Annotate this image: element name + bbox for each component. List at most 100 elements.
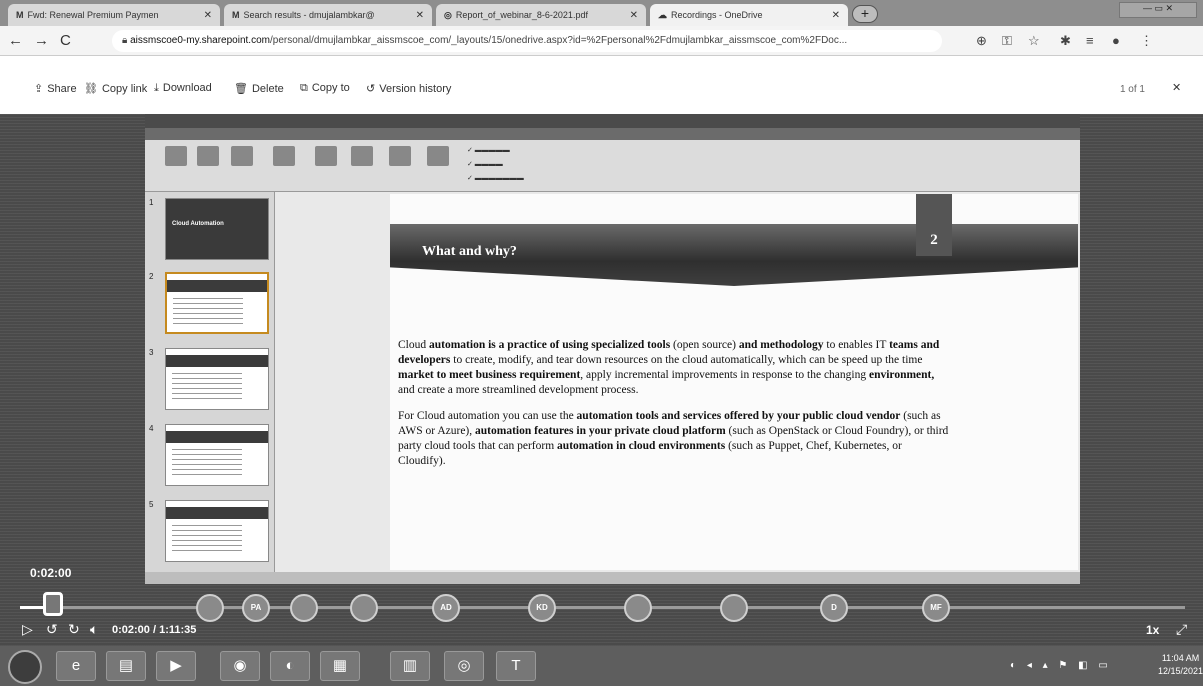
participant-avatar: AD: [432, 594, 460, 622]
seek-bar[interactable]: [20, 606, 1185, 609]
window-controls[interactable]: — ▭ ✕: [1119, 2, 1197, 18]
media-player-icon[interactable]: ▶: [156, 651, 196, 681]
slide-body: Cloud automation is a practice of using …: [398, 338, 950, 480]
reload-icon[interactable]: C: [60, 32, 71, 49]
key-icon[interactable]: ⚿: [1002, 33, 1012, 49]
close-icon[interactable]: ✕: [826, 10, 840, 21]
url-bar[interactable]: 🔒︎ aissmscoe0-my.sharepoint.com/personal…: [112, 30, 942, 52]
star-bookmark-icon[interactable]: ☆: [1028, 33, 1040, 49]
delete-button[interactable]: 🗑︎ Delete: [234, 82, 284, 95]
url-host: aissmscoe0-my.sharepoint.com: [130, 35, 270, 46]
menu-kebab-icon[interactable]: ⋮: [1140, 33, 1153, 49]
elapsed-time-overlay: 0:02:00: [30, 566, 72, 580]
slide-thumbnail: Cloud Automation: [165, 198, 269, 260]
firefox-icon[interactable]: ◐: [270, 651, 310, 681]
address-bar-row: ← → C 🔒︎ aissmscoe0-my.sharepoint.com/pe…: [0, 26, 1203, 56]
current-slide: 2 What and why? Cloud automation is a pr…: [390, 194, 1078, 570]
timecode: 0:02:00 / 1:11:35: [112, 624, 197, 636]
presenter-view-icon: [231, 146, 253, 166]
forward-10-icon[interactable]: ↻: [68, 621, 80, 638]
powerpoint-window-screenshare: ✓ ▬▬▬▬▬ ✓ ▬▬▬▬ ✓ ▬▬▬▬▬▬▬ 1 Cloud Automat…: [145, 114, 1080, 584]
profile-avatar-icon[interactable]: ●: [1112, 33, 1120, 48]
tab-label: Fwd: Renewal Premium Paymen: [27, 10, 159, 20]
clock-time: 11:04 AM: [1161, 653, 1200, 663]
download-icon: ⤓: [154, 82, 159, 94]
windows-taskbar: e ▤ ▶ ◉ ◐ ▦ ▥ ◎ T ◐ ◂ ▴ ⚑ ◧ ▭ 11:04 AM 1…: [0, 646, 1203, 686]
slide-thumbnail: [165, 348, 269, 410]
install-app-icon[interactable]: ⊕: [976, 33, 987, 49]
custom-show-icon: [273, 146, 295, 166]
new-tab-button[interactable]: +: [852, 5, 878, 23]
url-path: /personal/dmujlambkar_aissmscoe_com/_lay…: [269, 35, 848, 46]
copy-icon: ⧉: [300, 82, 308, 94]
powerpoint-ribbon-tabs: [145, 128, 1080, 140]
fullscreen-icon[interactable]: ⤢: [1176, 621, 1187, 638]
volume-icon[interactable]: 🔈︎: [90, 621, 98, 638]
chrome-pdf-icon: ◎: [444, 9, 452, 20]
copy-to-button[interactable]: ⧉ Copy to: [300, 82, 350, 95]
ie-icon[interactable]: e: [56, 651, 96, 681]
browser-tab-strip: M Fwd: Renewal Premium Paymen ✕ M Search…: [0, 0, 1203, 26]
close-icon[interactable]: ✕: [198, 10, 212, 21]
powerpoint-ribbon: ✓ ▬▬▬▬▬ ✓ ▬▬▬▬ ✓ ▬▬▬▬▬▬▬: [145, 140, 1080, 192]
folder-icon[interactable]: ▦: [320, 651, 360, 681]
chrome-icon[interactable]: ◉: [220, 651, 260, 681]
tab-onedrive-recordings[interactable]: ☁ Recordings - OneDrive ✕: [650, 4, 848, 26]
participant-avatar: D: [820, 594, 848, 622]
record-slide-show-icon: [427, 146, 449, 166]
history-icon: ↺: [366, 83, 376, 95]
teams-icon[interactable]: T: [496, 651, 536, 681]
play-icon[interactable]: ▷: [22, 621, 33, 638]
tab-gmail-search[interactable]: M Search results - dmujalambkar@ ✕: [224, 4, 432, 26]
thumb-number: 2: [149, 272, 154, 281]
back-arrow-icon[interactable]: ←: [8, 32, 23, 49]
download-button[interactable]: ⤓ Download: [154, 82, 212, 95]
rewind-10-icon[interactable]: ↺: [46, 621, 58, 638]
extension-icon[interactable]: ✱: [1060, 33, 1071, 49]
file-explorer-icon[interactable]: ▤: [106, 651, 146, 681]
system-tray-icons[interactable]: ◐ ◂ ▴ ⚑ ◧ ▭: [1010, 660, 1112, 671]
trash-icon: 🗑︎: [234, 83, 248, 95]
slide-thumbnail: [165, 500, 269, 562]
slide-thumbnail: [165, 424, 269, 486]
close-icon[interactable]: ✕: [410, 10, 424, 21]
windows-start-icon[interactable]: [8, 650, 42, 684]
version-history-button[interactable]: ↺ Version history: [366, 82, 451, 95]
share-button[interactable]: ⇪ Share: [34, 82, 77, 95]
slide-paragraph: Cloud automation is a practice of using …: [398, 339, 940, 396]
forward-arrow-icon[interactable]: →: [34, 32, 49, 49]
clock-date: 12/15/2021: [1158, 666, 1203, 676]
system-clock[interactable]: 11:04 AM 12/15/2021: [1158, 652, 1203, 678]
tab-report-pdf[interactable]: ◎ Report_of_webinar_8-6-2021.pdf ✕: [436, 4, 646, 26]
player-controls: ▷ ↺ ↻ 🔈︎ 0:02:00 / 1:11:35 PA AD KD D MF…: [0, 594, 1203, 646]
lock-icon: 🔒︎: [122, 35, 131, 46]
participant-avatar: [290, 594, 318, 622]
setup-show-icon: [315, 146, 337, 166]
slide-thumbnail-pane: 1 Cloud Automation 2 3 4 5: [145, 192, 275, 572]
tab-label: Report_of_webinar_8-6-2021.pdf: [455, 10, 588, 20]
tab-gmail-renewal[interactable]: M Fwd: Renewal Premium Paymen ✕: [8, 4, 220, 26]
powerpoint-status-bar: [145, 572, 1080, 584]
seek-bar-handle[interactable]: [42, 592, 63, 616]
video-player[interactable]: ✓ ▬▬▬▬▬ ✓ ▬▬▬▬ ✓ ▬▬▬▬▬▬▬ 1 Cloud Automat…: [0, 114, 1203, 646]
rehearse-timings-icon: [389, 146, 411, 166]
play-from-start-icon: [165, 146, 187, 166]
onedrive-cloud-icon: ☁: [658, 9, 667, 20]
slide-number: 2: [916, 194, 952, 256]
chrome-app-icon[interactable]: ◎: [444, 651, 484, 681]
close-icon[interactable]: ✕: [624, 10, 638, 21]
participant-avatar: [196, 594, 224, 622]
copy-link-button[interactable]: ⛓ Copy link: [84, 82, 147, 95]
gmail-icon: M: [232, 10, 240, 20]
participant-avatar: PA: [242, 594, 270, 622]
tab-label: Recordings - OneDrive: [671, 10, 763, 20]
reading-list-icon[interactable]: ≡: [1086, 33, 1094, 48]
gmail-icon: M: [16, 10, 24, 20]
slide-paragraph: For Cloud automation you can use the aut…: [398, 410, 949, 467]
play-from-current-icon: [197, 146, 219, 166]
notes-icon[interactable]: ▥: [390, 651, 430, 681]
playback-speed-button[interactable]: 1x: [1146, 623, 1159, 637]
hide-slide-icon: [351, 146, 373, 166]
close-viewer-icon[interactable]: ✕: [1172, 81, 1181, 94]
participant-avatar: KD: [528, 594, 556, 622]
